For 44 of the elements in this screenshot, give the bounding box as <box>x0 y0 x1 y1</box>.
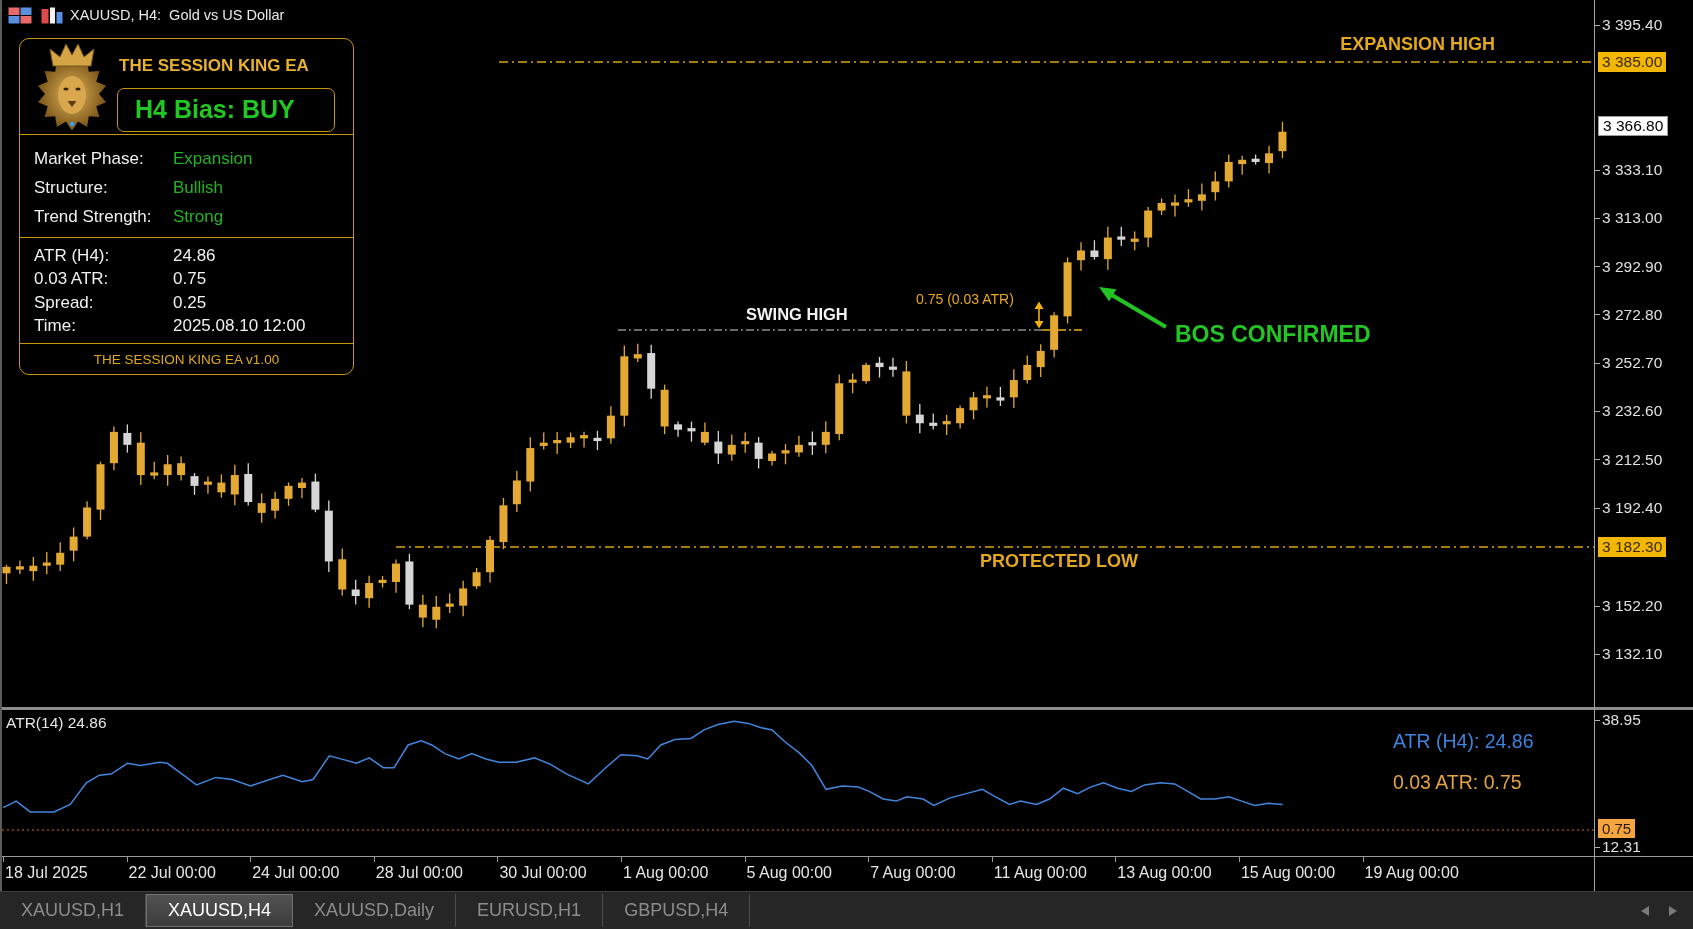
scroll-left-icon[interactable] <box>1641 905 1649 916</box>
price-label: 3 192.40 <box>1602 499 1663 517</box>
price-label: 3 292.90 <box>1602 257 1663 276</box>
time-label: 30 Jul 00:00 <box>499 864 587 881</box>
price-label: 3 272.80 <box>1602 305 1663 324</box>
time-label: 1 Aug 00:00 <box>622 864 709 881</box>
time-label: 22 Jul 00:00 <box>128 864 216 881</box>
price-label: 3 232.60 <box>1602 402 1663 421</box>
price-label: 3 132.10 <box>1602 645 1663 663</box>
level-price-tag: 3 182.30 <box>1598 537 1667 557</box>
time-label: 5 Aug 00:00 <box>746 864 832 881</box>
time-label: 19 Aug 00:00 <box>1364 864 1459 881</box>
atr-readout: 0.03 ATR: 0.75 <box>1393 770 1522 794</box>
price-label: 3 252.70 <box>1602 354 1663 373</box>
chart-tab[interactable]: GBPUSD,H4 <box>603 894 751 927</box>
level-label: EXPANSION HIGH <box>1340 33 1495 55</box>
level-price-tag: 3 385.00 <box>1598 52 1667 72</box>
time-label: 15 Aug 00:00 <box>1240 864 1336 881</box>
price-label: 3 152.20 <box>1602 597 1663 615</box>
price-label: 3 333.10 <box>1602 161 1663 179</box>
current-price-tag: 3 366.80 <box>1598 116 1669 136</box>
time-label: 28 Jul 00:00 <box>375 864 463 881</box>
grid-icon <box>8 6 32 24</box>
price-label: 3 395.40 <box>1602 16 1663 34</box>
window-title: XAUUSD, H4: Gold vs US Dollar <box>70 6 285 24</box>
time-label: 13 Aug 00:00 <box>1117 864 1212 881</box>
scale-label: 12.31 <box>1602 838 1641 856</box>
time-label: 18 Jul 2025 <box>5 864 88 881</box>
chart-tab[interactable]: EURUSD,H1 <box>456 894 604 927</box>
time-label: 7 Aug 00:00 <box>870 864 956 881</box>
bias-indicator: H4 Bias: BUY <box>117 88 335 132</box>
price-label: 3 212.50 <box>1602 450 1663 469</box>
scroll-right-icon[interactable] <box>1669 905 1677 916</box>
threshold-tag: 0.75 <box>1598 819 1636 838</box>
atr-readout: ATR (H4): 24.86 <box>1393 729 1534 753</box>
bar-chart-icon <box>41 6 63 24</box>
price-label: 3 313.00 <box>1602 209 1663 228</box>
time-label: 11 Aug 00:00 <box>993 864 1087 881</box>
chart-tab[interactable]: XAUUSD,H4 <box>146 894 294 927</box>
panel-title: THE SESSION KING EA <box>119 56 310 76</box>
indicator-title: ATR(14) 24.86 <box>6 714 107 732</box>
time-label: 24 Jul 00:00 <box>252 864 340 881</box>
scale-label: 38.95 <box>1602 711 1641 729</box>
chart-tab[interactable]: XAUUSD,Daily <box>293 894 457 927</box>
